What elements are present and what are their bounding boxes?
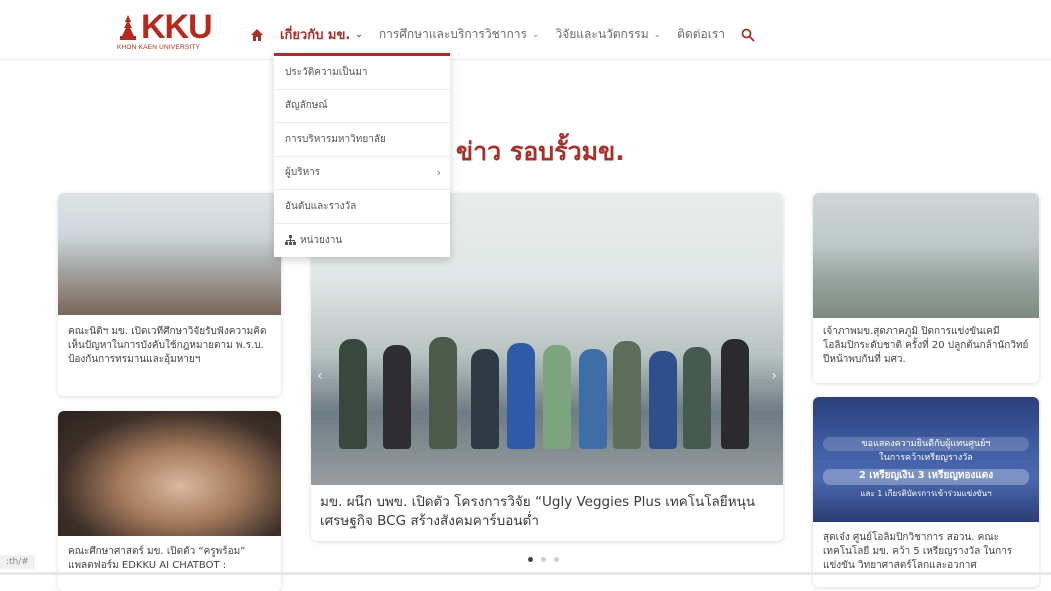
dropdown-item-symbols[interactable]: สัญลักษณ์ (274, 90, 450, 123)
site-header: KKU KHON KAEN UNIVERSITY เกี่ยวกับ มข. ⌄… (0, 0, 1051, 60)
photo-figure (339, 339, 367, 449)
photo-figure (507, 343, 535, 449)
news-image (58, 193, 281, 315)
dropdown-item-executives[interactable]: ผู้บริหาร › (274, 157, 450, 190)
news-card[interactable]: คณะนิติฯ มข. เปิดเวทีศึกษาวิจัยรับฟังควา… (58, 193, 281, 396)
banner-text: และ 1 เกียรติบัตรการเข้าร่วมแข่งขันฯ (860, 489, 992, 498)
dropdown-item-rankings[interactable]: อันดับและรางวัล (274, 190, 450, 224)
slider-next-icon[interactable]: › (771, 368, 777, 384)
status-bar-url: :th/# (0, 555, 35, 569)
banner-text: ขอแสดงความยินดีกับผู้แทนศูนย์ฯ (823, 437, 1029, 451)
news-card[interactable]: ขอแสดงความยินดีกับผู้แทนศูนย์ฯ ในการคว้า… (813, 397, 1039, 587)
search-icon[interactable] (741, 28, 755, 42)
dropdown-item-label: การบริหารมหาวิทยาลัย (285, 133, 386, 145)
nav-item-label: ติดต่อเรา (677, 27, 726, 41)
nav-item-contact[interactable]: ติดต่อเรา (677, 25, 725, 44)
dropdown-item-administration[interactable]: การบริหารมหาวิทยาลัย (274, 123, 450, 157)
featured-news-caption: มข. ผนึก บพข. เปิดตัว โครงการวิจัย “Ugly… (320, 494, 756, 529)
banner-text: ในการคว้าเหรียญรางวัล (879, 453, 973, 463)
slider-dot[interactable] (554, 557, 559, 562)
photo-figure (579, 349, 607, 449)
photo-figure (471, 349, 499, 449)
news-card[interactable]: คณะศึกษาศาสตร์ มข. เปิดตัว “ครูพร้อม” แพ… (58, 411, 281, 591)
news-card[interactable]: เจ้าภาพมข.สุดภาคภูมิ ปิดการแข่งขันเคมีโอ… (813, 193, 1039, 383)
slider-prev-icon[interactable]: ‹ (317, 368, 323, 384)
nav-item-research[interactable]: วิจัยและนวัตกรรม ⌄ (555, 25, 661, 44)
kku-logo[interactable]: KKU KHON KAEN UNIVERSITY (117, 10, 213, 52)
nav-item-about[interactable]: เกี่ยวกับ มข. ⌄ (280, 24, 363, 45)
photo-figure (429, 337, 457, 449)
news-image (58, 411, 281, 536)
news-image: ขอแสดงความยินดีกับผู้แทนศูนย์ฯ ในการคว้า… (813, 397, 1039, 522)
news-caption: สุดเจ๋ง ศูนย์โอลิมปิกวิชาการ สอวน. คณะเท… (823, 532, 1013, 571)
photo-figure (649, 351, 677, 449)
news-image (813, 193, 1039, 318)
section-title: ข่าว รอบรั้วมข. (456, 132, 625, 172)
photo-figure (683, 347, 711, 449)
about-dropdown-menu: ประวัติความเป็นมา สัญลักษณ์ การบริหารมหา… (274, 53, 450, 257)
main-nav: เกี่ยวกับ มข. ⌄ การศึกษาและบริการวิชาการ… (250, 24, 755, 45)
chevron-down-icon: ⌄ (653, 29, 662, 40)
dropdown-item-label: อันดับและรางวัล (285, 200, 357, 212)
dropdown-item-label: ประวัติความเป็นมา (285, 66, 368, 78)
chevron-down-icon: ⌄ (531, 29, 540, 40)
dropdown-item-label: สัญลักษณ์ (285, 100, 328, 112)
slider-dot[interactable] (541, 557, 546, 562)
news-caption: คณะศึกษาศาสตร์ มข. เปิดตัว “ครูพร้อม” แพ… (68, 546, 246, 571)
photo-figure (721, 339, 749, 449)
nav-item-education[interactable]: การศึกษาและบริการวิชาการ ⌄ (379, 25, 540, 44)
logo-subtitle: KHON KAEN UNIVERSITY (117, 44, 201, 51)
nav-item-label: การศึกษาและบริการวิชาการ (378, 27, 527, 41)
logo-text: KKU (141, 8, 213, 46)
nav-item-label: เกี่ยวกับ มข. (280, 28, 351, 43)
chevron-down-icon: ⌄ (355, 29, 363, 40)
photo-figure (543, 345, 571, 449)
dropdown-item-label: ผู้บริหาร (285, 167, 321, 179)
slider-dots (528, 557, 559, 562)
logo-emblem-icon (120, 15, 136, 40)
banner-text: 2 เหรียญเงิน 3 เหรียญทองแดง (823, 469, 1029, 485)
chevron-right-icon: › (436, 166, 441, 180)
slider-dot[interactable] (528, 557, 533, 562)
photo-figure (613, 341, 641, 449)
dropdown-item-units[interactable]: หน่วยงาน (274, 224, 450, 258)
news-caption: เจ้าภาพมข.สุดภาคภูมิ ปิดการแข่งขันเคมีโอ… (823, 326, 1029, 365)
photo-figure (383, 345, 411, 449)
dropdown-item-label: หน่วยงาน (300, 234, 343, 246)
news-caption: คณะนิติฯ มข. เปิดเวทีศึกษาวิจัยรับฟังควา… (68, 326, 267, 365)
section-title-accent: ข่าว รอบรั้วมข. (456, 137, 625, 166)
sitemap-icon (285, 235, 296, 246)
home-icon[interactable] (250, 28, 264, 42)
nav-item-label: วิจัยและนวัตกรรม (555, 27, 649, 41)
dropdown-item-history[interactable]: ประวัติความเป็นมา (274, 56, 450, 90)
